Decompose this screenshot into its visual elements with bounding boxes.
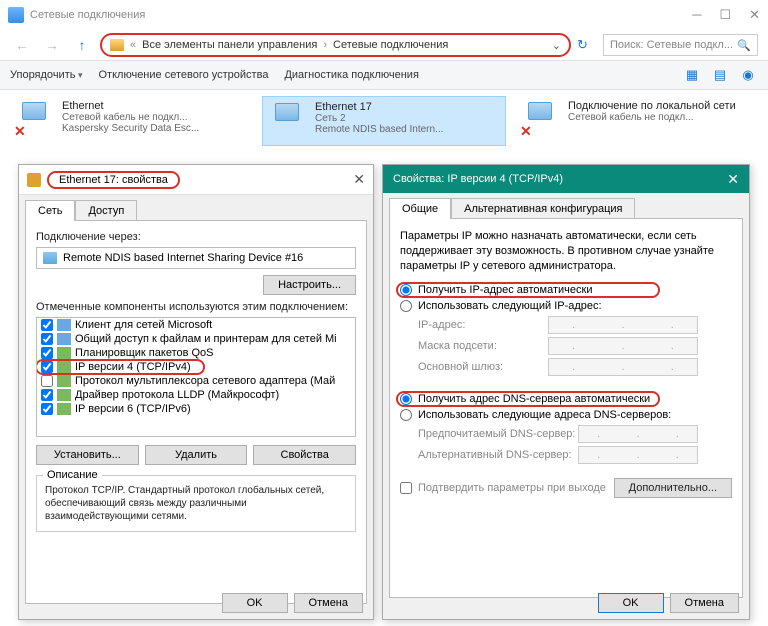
error-x-icon: ✕ [14,123,26,140]
advanced-button[interactable]: Дополнительно... [614,478,732,498]
radio-manual-dns[interactable]: Использовать следующие адреса DNS-сервер… [400,409,732,421]
organize-menu[interactable]: Упорядочить [10,69,83,81]
view-icon[interactable]: ▦ [682,66,702,84]
component-item[interactable]: IP версии 6 (TCP/IPv6) [37,402,355,416]
chevron-right-icon: › [323,39,327,51]
tab-access[interactable]: Доступ [75,200,137,221]
tab-alternative[interactable]: Альтернативная конфигурация [451,198,635,219]
breadcrumb-part1[interactable]: Все элементы панели управления [142,39,317,51]
ipv4-dialog: Свойства: IP версии 4 (TCP/IPv4) ✕ Общие… [382,164,750,620]
properties-button[interactable]: Свойства [253,445,356,465]
description-legend: Описание [43,469,102,481]
tab-network[interactable]: Сеть [25,200,75,221]
component-item-ipv4[interactable]: IP версии 4 (TCP/IPv4) [37,360,355,374]
refresh-button[interactable]: ↻ [577,37,597,53]
info-text: Параметры IP можно назначать автоматичес… [400,229,732,274]
confirm-checkbox[interactable]: Подтвердить параметры при выходе Дополни… [400,478,732,498]
remove-button[interactable]: Удалить [145,445,248,465]
network-icon [267,101,307,141]
connections-list: ✕ EthernetСетевой кабель не подкл...Kasp… [0,90,768,152]
cancel-button[interactable]: Отмена [294,593,363,613]
folder-icon [110,39,124,51]
chevron-down-icon[interactable]: ⌄ [552,39,561,52]
up-button[interactable]: ↑ [70,33,94,57]
dialog-title: Свойства: IP версии 4 (TCP/IPv4) [393,173,563,185]
gateway-field: Основной шлюз:... [418,358,732,376]
adapter-field: Remote NDIS based Internet Sharing Devic… [36,247,356,269]
dialog-titlebar: Свойства: IP версии 4 (TCP/IPv4) ✕ [383,165,749,193]
app-icon [8,7,24,23]
configure-button[interactable]: Настроить... [263,275,356,295]
maximize-button[interactable]: ☐ [719,7,731,23]
dns1-field: Предпочитаемый DNS-сервер:... [418,425,732,443]
tabs: Сеть Доступ [19,195,373,220]
breadcrumb-sep: « [130,39,136,51]
component-item[interactable]: Протокол мультиплексора сетевого адаптер… [37,374,355,388]
search-input[interactable]: Поиск: Сетевые подкл... 🔍 [603,34,758,56]
subnet-mask-field: Маска подсети:... [418,337,732,355]
radio-manual-ip[interactable]: Использовать следующий IP-адрес: [400,300,732,312]
cancel-button[interactable]: Отмена [670,593,739,613]
radio-auto-dns[interactable]: Получить адрес DNS-сервера автоматически [400,393,732,405]
search-placeholder: Поиск: Сетевые подкл... [610,39,733,51]
navbar: ← → ↑ « Все элементы панели управления ›… [0,30,768,60]
titlebar: Сетевые подключения ─ ☐ ✕ [0,0,768,30]
disable-device-button[interactable]: Отключение сетевого устройства [99,69,269,81]
dialog-titlebar: Ethernet 17: свойства ✕ [19,165,373,195]
component-item[interactable]: Планировщик пакетов QoS [37,346,355,360]
back-button[interactable]: ← [10,33,34,57]
error-x-icon: ✕ [520,123,532,140]
properties-dialog: Ethernet 17: свойства ✕ Сеть Доступ Подк… [18,164,374,620]
diagnose-button[interactable]: Диагностика подключения [284,69,418,81]
description-group: Описание Протокол TCP/IP. Стандартный пр… [36,475,356,532]
toolbar: Упорядочить Отключение сетевого устройст… [0,60,768,90]
connection-item[interactable]: ✕ Подключение по локальной сетиСетевой к… [516,96,758,146]
radio-auto-ip[interactable]: Получить IP-адрес автоматически [400,284,732,296]
close-button[interactable]: ✕ [749,7,760,23]
help-icon[interactable]: ◉ [738,66,758,84]
tab-general[interactable]: Общие [389,198,451,219]
window-title: Сетевые подключения [30,9,145,21]
breadcrumb-part2[interactable]: Сетевые подключения [333,39,448,51]
ok-button[interactable]: OK [598,593,664,613]
component-item[interactable]: Общий доступ к файлам и принтерам для се… [37,332,355,346]
description-text: Протокол TCP/IP. Стандартный протокол гл… [45,484,347,523]
tab-body: Подключение через: Remote NDIS based Int… [25,220,367,604]
layout-icon[interactable]: ▤ [710,66,730,84]
connection-item[interactable]: Ethernet 17Сеть 2Remote NDIS based Inter… [262,96,506,146]
adapter-small-icon [43,252,57,264]
network-icon: ✕ [520,100,560,140]
close-icon[interactable]: ✕ [727,171,739,188]
ok-button[interactable]: OK [222,593,288,613]
components-label: Отмеченные компоненты используются этим … [36,301,356,313]
forward-button[interactable]: → [40,33,64,57]
ip-address-field: IP-адрес:... [418,316,732,334]
adapter-icon [27,173,41,187]
connection-item[interactable]: ✕ EthernetСетевой кабель не подкл...Kasp… [10,96,252,146]
network-icon: ✕ [14,100,54,140]
component-item[interactable]: Драйвер протокола LLDP (Майкрософт) [37,388,355,402]
component-item[interactable]: Клиент для сетей Microsoft [37,318,355,332]
breadcrumb[interactable]: « Все элементы панели управления › Сетев… [100,33,571,57]
components-list[interactable]: Клиент для сетей Microsoft Общий доступ … [36,317,356,437]
search-icon: 🔍 [737,39,751,52]
close-icon[interactable]: ✕ [353,171,365,188]
install-button[interactable]: Установить... [36,445,139,465]
connect-via-label: Подключение через: [36,231,356,243]
minimize-button[interactable]: ─ [692,7,701,23]
dns2-field: Альтернативный DNS-сервер:... [418,446,732,464]
tab-body: Параметры IP можно назначать автоматичес… [389,218,743,598]
dialog-title: Ethernet 17: свойства [47,171,180,189]
tabs: Общие Альтернативная конфигурация [383,193,749,218]
